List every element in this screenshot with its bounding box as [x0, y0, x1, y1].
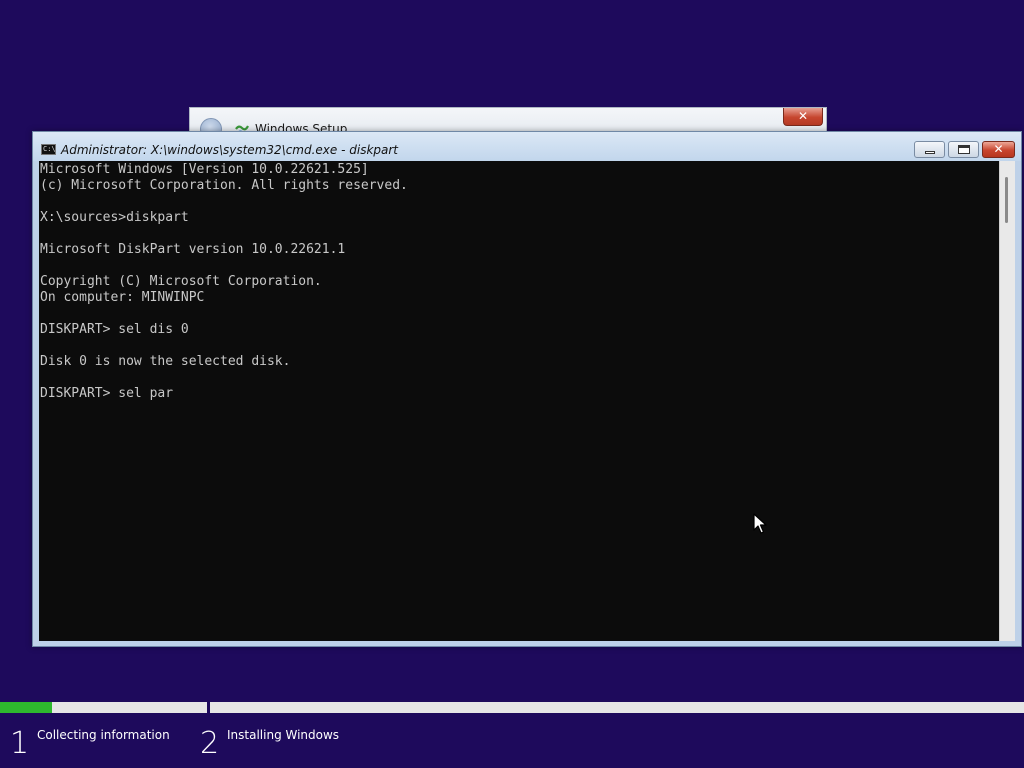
- console-line: Microsoft DiskPart version 10.0.22621.1: [40, 242, 346, 257]
- console-text: Microsoft Windows [Version 10.0.22621.52…: [40, 162, 408, 402]
- setup-close-button[interactable]: ✕: [783, 108, 823, 126]
- close-icon: ✕: [993, 142, 1004, 156]
- console-line: X:\sources>diskpart: [40, 210, 189, 225]
- step-label: Installing Windows: [227, 728, 340, 742]
- close-icon: ✕: [797, 109, 809, 123]
- console-line: DISKPART> sel dis 0: [40, 322, 189, 337]
- console-line: DISKPART> sel par: [40, 386, 174, 401]
- console-line: Microsoft Windows [Version 10.0.22621.52…: [40, 162, 369, 177]
- step-number: 2: [200, 726, 220, 761]
- scrollbar-thumb[interactable]: [1005, 177, 1008, 223]
- minimize-icon: [925, 151, 935, 154]
- maximize-button[interactable]: [948, 141, 979, 158]
- cmd-close-button[interactable]: ✕: [982, 141, 1015, 158]
- mouse-cursor-icon: [753, 513, 767, 534]
- step-number: 1: [10, 726, 30, 761]
- cmd-window: C:\ Administrator: X:\windows\system32\c…: [32, 131, 1022, 647]
- console-line: (c) Microsoft Corporation. All rights re…: [40, 178, 408, 193]
- maximize-icon: [958, 145, 970, 154]
- console-line: Copyright (C) Microsoft Corporation.: [40, 274, 322, 289]
- console-output[interactable]: Microsoft Windows [Version 10.0.22621.52…: [39, 161, 999, 641]
- console-line: Disk 0 is now the selected disk.: [40, 354, 291, 369]
- minimize-button[interactable]: [914, 141, 945, 158]
- step-label: Collecting information: [37, 728, 170, 742]
- vertical-scrollbar[interactable]: [999, 161, 1015, 641]
- command-prompt-icon: C:\: [41, 144, 56, 155]
- cmd-titlebar[interactable]: C:\ Administrator: X:\windows\system32\c…: [33, 132, 1021, 161]
- progress-fill: [0, 702, 52, 713]
- cmd-window-title: Administrator: X:\windows\system32\cmd.e…: [61, 143, 399, 157]
- console-line: On computer: MINWINPC: [40, 290, 205, 305]
- progress-segment-installing: [210, 702, 1024, 713]
- progress-segment-collecting: [0, 702, 207, 713]
- setup-progress-bar: [0, 702, 1024, 713]
